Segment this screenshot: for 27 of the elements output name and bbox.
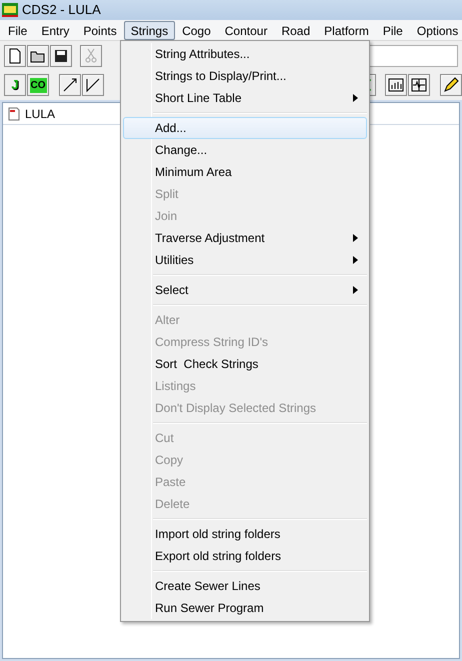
menu-item[interactable]: Traverse Adjustment (123, 227, 367, 249)
toolbar-button[interactable]: CO (27, 74, 49, 96)
child-window-title: LULA (25, 106, 56, 122)
window-title: CDS2 - LULA (22, 1, 101, 20)
menu-item[interactable]: Change... (123, 139, 367, 161)
menu-bar-item[interactable]: Options (410, 20, 462, 40)
menu-item[interactable]: Import old string folders (123, 523, 367, 545)
menu-item[interactable]: Add... (123, 117, 367, 139)
menu-item[interactable]: Utilities (123, 249, 367, 271)
menu-bar-item[interactable]: Cogo (175, 20, 218, 40)
menu-item[interactable]: Select (123, 279, 367, 301)
menu-item[interactable]: Create Sewer Lines (123, 575, 367, 597)
menu-item[interactable]: Strings to Display/Print... (123, 65, 367, 87)
menu-item[interactable]: String Attributes... (123, 43, 367, 65)
menu-bar-item[interactable]: Road (274, 20, 318, 40)
menu-bar-item[interactable]: Strings (124, 20, 176, 40)
menu-item[interactable]: Short Line Table (123, 87, 367, 109)
menu-bar-item[interactable]: Contour (218, 20, 274, 40)
menu-item[interactable]: Sort Check Strings (123, 353, 367, 375)
menu-item[interactable]: Run Sewer Program (123, 597, 367, 619)
menu-item[interactable]: Export old string folders (123, 545, 367, 567)
menu-bar-item[interactable]: File (1, 20, 34, 40)
menu-bar-item[interactable]: Pile (376, 20, 410, 40)
menu-item[interactable]: Minimum Area (123, 161, 367, 183)
menu-bar-item[interactable]: Entry (34, 20, 76, 40)
menu-bar-item[interactable]: Platform (317, 20, 376, 40)
menu-bar-item[interactable]: Points (76, 20, 124, 40)
